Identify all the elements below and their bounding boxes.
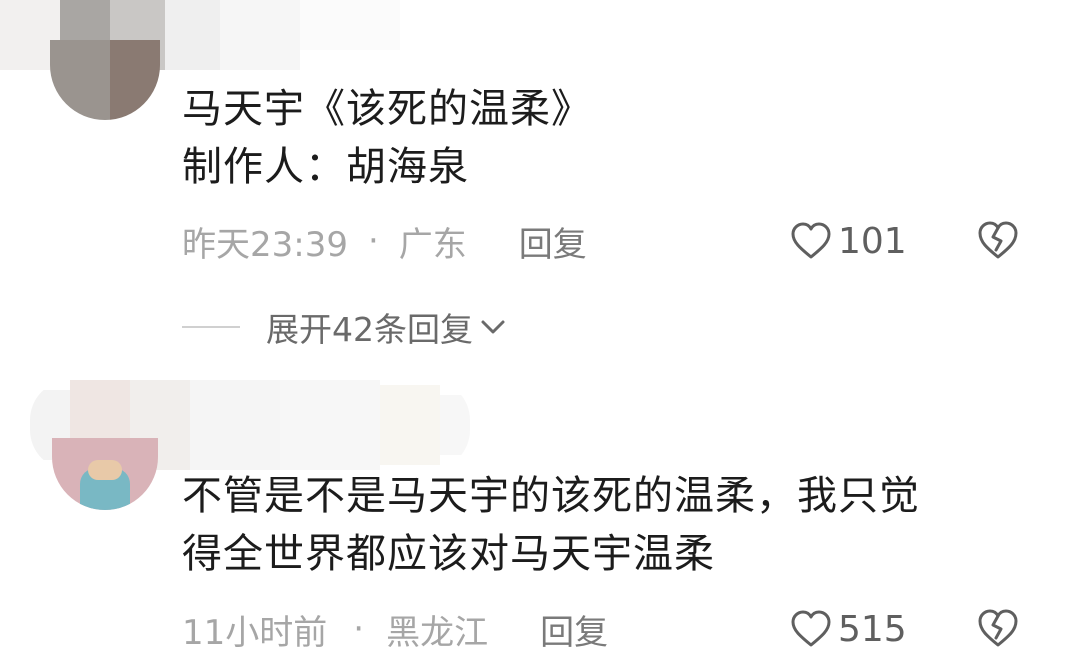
comment-line: 不管是不是马天宇的该死的温柔，我只觉 (182, 473, 920, 519)
expand-replies-button[interactable]: 展开42条回复 (182, 304, 507, 350)
like-button[interactable]: 515 (790, 606, 907, 652)
broken-heart-icon[interactable] (976, 608, 1020, 648)
comment-meta: 昨天23:39 · 广东 回复 (182, 217, 587, 266)
expand-replies-label: 展开42条回复 (266, 310, 473, 349)
like-count: 515 (838, 608, 907, 650)
comment-line: 得全世界都应该对马天宇温柔 (182, 531, 715, 577)
separator-dot: · (353, 609, 365, 649)
location: 黑龙江 (386, 612, 489, 653)
chevron-down-icon (481, 320, 505, 334)
timestamp: 昨天23:39 (182, 224, 348, 265)
like-button[interactable]: 101 (790, 218, 907, 264)
comment-list: 马天宇《该死的温柔》 制作人：胡海泉 昨天23:39 · 广东 回复 101 展… (0, 0, 1080, 668)
heart-outline-icon (791, 222, 831, 259)
comment-line: 制作人：胡海泉 (182, 144, 469, 190)
divider-line (182, 326, 240, 328)
reply-button[interactable]: 回复 (519, 217, 587, 266)
comment-text: 马天宇《该死的温柔》 制作人：胡海泉 (182, 80, 592, 196)
broken-heart-icon[interactable] (976, 220, 1020, 260)
avatar[interactable] (52, 438, 158, 510)
avatar[interactable] (50, 40, 160, 120)
comment-text: 不管是不是马天宇的该死的温柔，我只觉 得全世界都应该对马天宇温柔 (182, 467, 920, 583)
timestamp: 11小时前 (182, 612, 328, 653)
comment-line: 马天宇《该死的温柔》 (182, 86, 592, 132)
comment-meta: 11小时前 · 黑龙江 回复 (182, 605, 608, 654)
separator-dot: · (367, 221, 379, 261)
like-count: 101 (838, 220, 907, 262)
location: 广东 (398, 224, 467, 265)
heart-outline-icon (791, 610, 831, 647)
reply-button[interactable]: 回复 (540, 605, 608, 654)
